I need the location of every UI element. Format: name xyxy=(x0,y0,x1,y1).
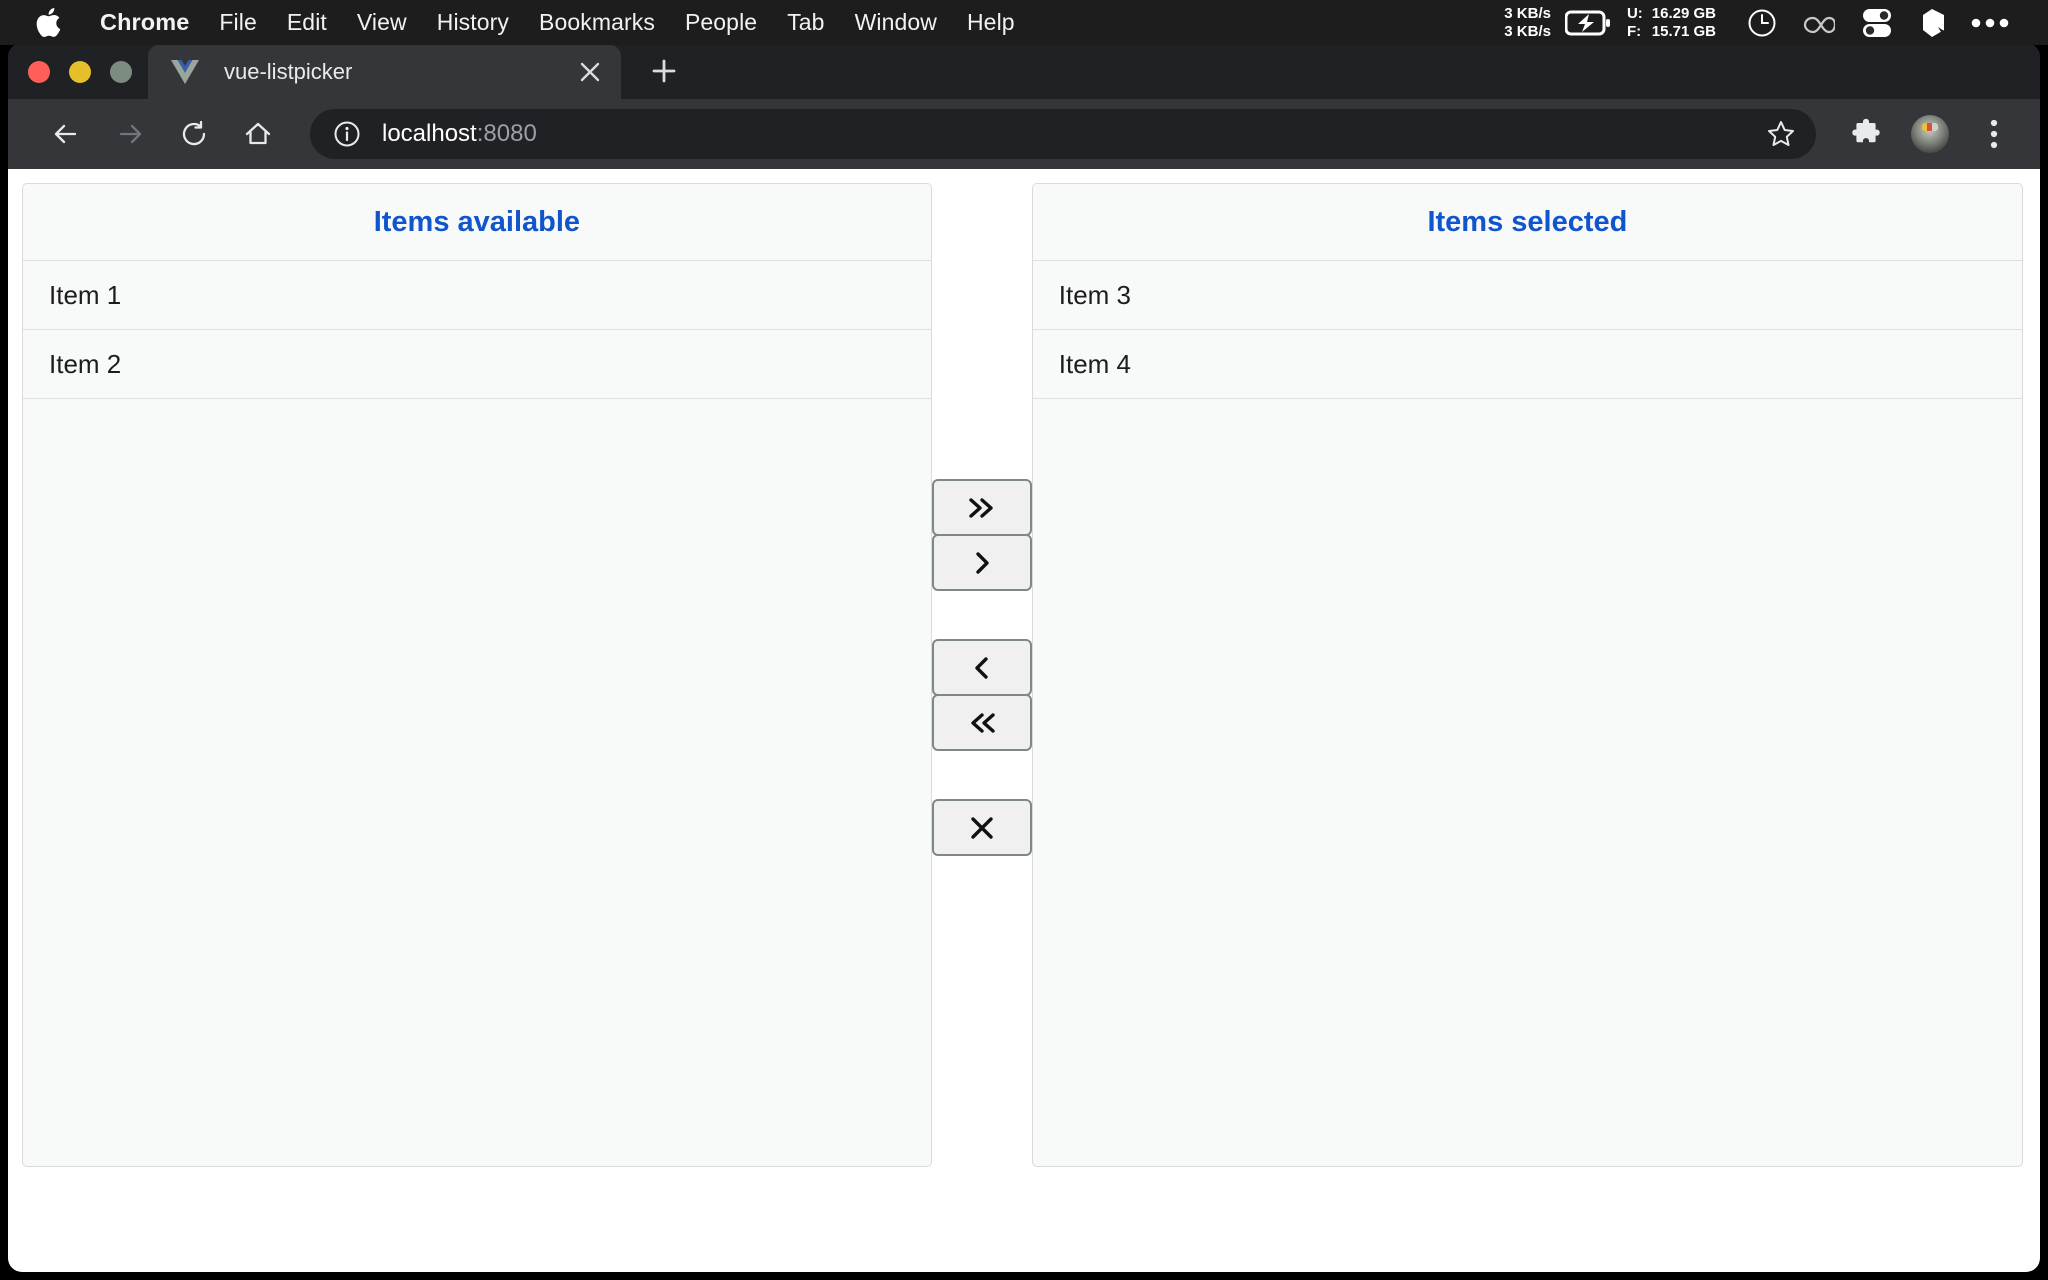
clear-button[interactable] xyxy=(931,799,1032,856)
vue-logo-icon xyxy=(170,57,200,87)
move-right-button[interactable] xyxy=(931,534,1032,591)
disk-usage-indicator[interactable]: U: F: 16.29 GB 15.71 GB xyxy=(1627,5,1716,41)
move-left-button[interactable] xyxy=(931,639,1032,696)
list-item[interactable]: Item 3 xyxy=(1032,261,2022,330)
disk-used-value: 16.29 GB xyxy=(1651,4,1716,22)
menu-file[interactable]: File xyxy=(204,9,271,36)
network-download-speed: 3 KB/s xyxy=(1504,22,1551,40)
avatar xyxy=(1911,115,1949,153)
selected-panel: Items selected Item 3 Item 4 xyxy=(1031,183,2023,1167)
list-item[interactable]: Item 1 xyxy=(23,261,931,330)
available-list[interactable]: Item 1 Item 2 xyxy=(23,261,931,1166)
move-all-left-button[interactable] xyxy=(931,694,1032,751)
address-bar[interactable]: localhost:8080 xyxy=(310,109,1816,159)
forward-arrow-icon xyxy=(106,110,154,158)
window-traffic-lights xyxy=(8,61,132,99)
transfer-controls xyxy=(931,183,1032,1197)
page-viewport: Items available Item 1 Item 2 Items sele… xyxy=(8,169,2040,1272)
address-bar-text: localhost:8080 xyxy=(382,120,537,148)
menu-tab[interactable]: Tab xyxy=(772,9,839,36)
shard-icon[interactable] xyxy=(1919,8,1945,38)
clear-group xyxy=(931,799,1032,856)
disk-free-label: F: xyxy=(1626,22,1642,40)
double-chevron-right-icon xyxy=(969,497,993,518)
close-x-icon xyxy=(971,816,993,839)
maximize-window-button[interactable] xyxy=(110,61,132,83)
star-icon[interactable] xyxy=(1762,115,1800,153)
move-right-group xyxy=(931,479,1032,591)
minimize-window-button[interactable] xyxy=(69,61,91,83)
tab-close-icon[interactable] xyxy=(573,55,607,89)
clock-icon[interactable] xyxy=(1747,8,1777,38)
menu-bookmarks[interactable]: Bookmarks xyxy=(524,9,670,36)
menu-edit[interactable]: Edit xyxy=(272,9,342,36)
loop-icon[interactable] xyxy=(1803,8,1835,38)
menu-help[interactable]: Help xyxy=(952,9,1030,36)
back-arrow-icon[interactable] xyxy=(42,110,90,158)
menu-chrome[interactable]: Chrome xyxy=(85,9,204,36)
chrome-window: vue-listpicker localhost:8080 Items avai… xyxy=(8,43,2040,1272)
url-host: localhost xyxy=(382,120,477,147)
available-panel-title: Items available xyxy=(23,184,931,261)
apple-logo-icon[interactable] xyxy=(33,6,63,40)
double-chevron-left-icon xyxy=(971,712,995,733)
network-upload-speed: 3 KB/s xyxy=(1504,4,1551,22)
reload-icon[interactable] xyxy=(170,110,218,158)
url-port: :8080 xyxy=(476,120,537,147)
move-all-right-button[interactable] xyxy=(931,479,1032,536)
menubar-status-area: 3 KB/s 3 KB/s U: F: 16.29 GB 15.71 GB xyxy=(1504,5,2048,41)
menu-people[interactable]: People xyxy=(670,9,772,36)
toolbar-right-icons xyxy=(1826,110,2018,158)
disk-used-label: U: xyxy=(1626,4,1643,22)
disk-free-value: 15.71 GB xyxy=(1651,22,1716,40)
close-window-button[interactable] xyxy=(28,61,50,83)
home-icon[interactable] xyxy=(234,110,282,158)
list-item[interactable]: Item 2 xyxy=(23,330,931,399)
macos-menubar: Chrome File Edit View History Bookmarks … xyxy=(0,0,2048,45)
selected-panel-title: Items selected xyxy=(1032,184,2022,261)
browser-tab[interactable]: vue-listpicker xyxy=(148,45,621,99)
info-circle-icon[interactable] xyxy=(332,119,362,149)
chevron-right-icon xyxy=(976,551,989,574)
battery-charging-icon[interactable] xyxy=(1564,10,1611,36)
puzzle-piece-icon[interactable] xyxy=(1842,110,1890,158)
profile-avatar[interactable] xyxy=(1906,110,1954,158)
available-panel: Items available Item 1 Item 2 xyxy=(22,183,932,1167)
toggles-icon[interactable] xyxy=(1861,8,1893,38)
menu-window[interactable]: Window xyxy=(840,9,952,36)
move-left-group xyxy=(931,639,1032,751)
chevron-left-icon xyxy=(975,656,988,679)
tab-title: vue-listpicker xyxy=(224,59,353,84)
ellipsis-icon[interactable] xyxy=(1971,17,2009,29)
three-dot-menu-icon[interactable] xyxy=(1970,110,2018,158)
selected-list[interactable]: Item 3 Item 4 xyxy=(1032,261,2022,1166)
browser-toolbar: localhost:8080 xyxy=(8,99,2040,169)
list-item[interactable]: Item 4 xyxy=(1032,330,2022,399)
menu-view[interactable]: View xyxy=(342,9,422,36)
tab-strip: vue-listpicker xyxy=(8,43,2040,99)
list-picker: Items available Item 1 Item 2 Items sele… xyxy=(8,169,2040,1197)
menu-history[interactable]: History xyxy=(422,9,524,36)
network-speed-indicator[interactable]: 3 KB/s 3 KB/s xyxy=(1504,5,1551,41)
new-tab-button[interactable] xyxy=(641,48,687,94)
